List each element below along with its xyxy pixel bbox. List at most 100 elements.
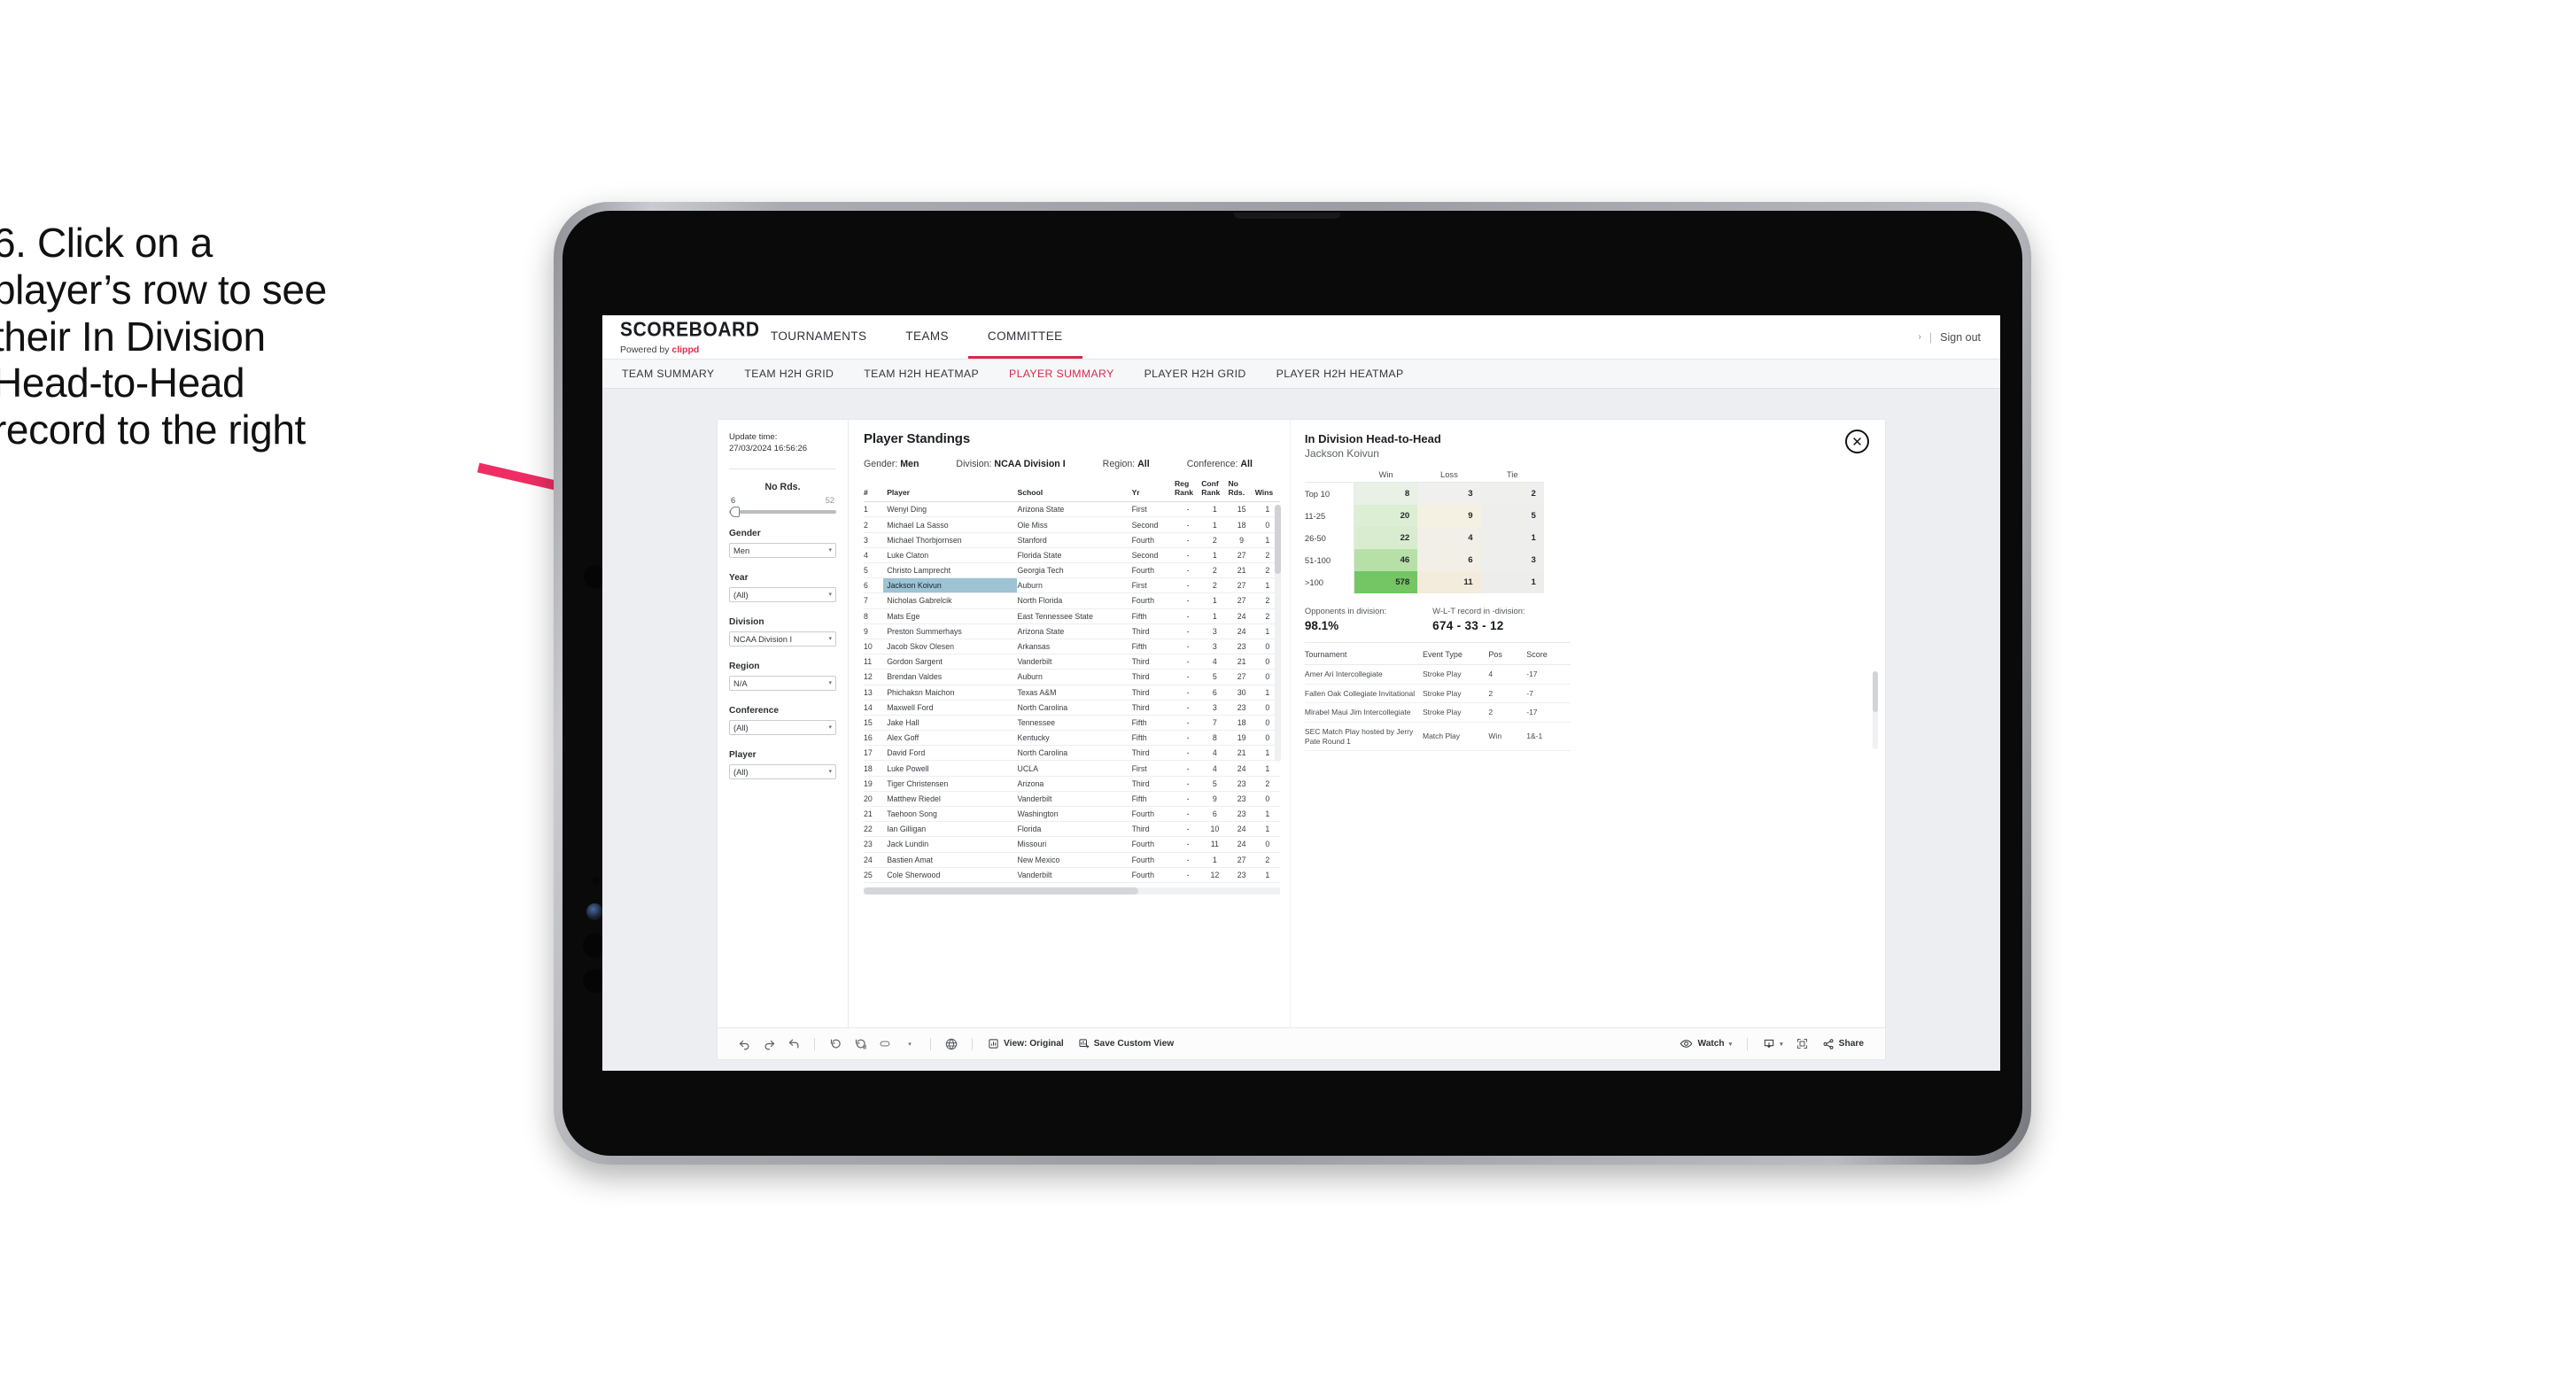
table-row[interactable]: 25 Cole Sherwood Vanderbilt Fourth -12 23 1 <box>864 867 1280 883</box>
col-school[interactable]: School <box>1017 478 1132 503</box>
nav-item-teams[interactable]: TEAMS <box>886 315 968 359</box>
cell-player: David Ford <box>883 745 1018 762</box>
filter-player-select[interactable]: (All) ▾ <box>729 763 836 779</box>
heatmap-cell-tie[interactable]: 3 <box>1480 549 1544 571</box>
slider-handle[interactable] <box>730 506 740 517</box>
col-no-rds[interactable]: No Rds. <box>1228 478 1255 503</box>
col-reg-rank[interactable]: Reg Rank <box>1174 478 1202 503</box>
cell-score: -17 <box>1526 664 1571 685</box>
heatmap-cell-tie[interactable]: 5 <box>1480 505 1544 527</box>
undo-icon[interactable] <box>732 1033 757 1056</box>
chevron-right-icon[interactable]: › <box>1919 332 1921 342</box>
tournament-row[interactable]: Mirabel Maui Jim Intercollegiate Stroke P… <box>1304 702 1571 723</box>
col-score[interactable]: Score <box>1526 650 1571 665</box>
close-icon[interactable]: ✕ <box>1845 430 1869 453</box>
col-player[interactable]: Player <box>883 478 1018 503</box>
col-wins[interactable]: Wins <box>1254 478 1280 503</box>
subnav-player-h2h-grid[interactable]: PLAYER H2H GRID <box>1144 368 1246 380</box>
heatmap-cell-win[interactable]: 46 <box>1354 549 1418 571</box>
col-year[interactable]: Yr <box>1131 478 1175 503</box>
nav-item-committee[interactable]: COMMITTEE <box>967 315 1082 359</box>
table-row[interactable]: 8 Mats Ege East Tennessee State Fifth -1 24 2 <box>864 608 1280 624</box>
heatmap-cell-loss[interactable]: 6 <box>1417 549 1481 571</box>
filter-year-select[interactable]: (All) ▾ <box>729 586 836 602</box>
slider-track[interactable] <box>729 506 836 517</box>
view-original-button[interactable]: View: Original <box>981 1038 1071 1049</box>
heatmap-cell-win[interactable]: 22 <box>1354 527 1418 549</box>
fullscreen-icon[interactable] <box>1790 1033 1815 1056</box>
table-row[interactable]: 13 Phichaksn Maichon Texas A&M Third -6 30 1 <box>864 685 1280 701</box>
download-button[interactable]: ▾ <box>1756 1038 1790 1050</box>
subnav-team-h2h-grid[interactable]: TEAM H2H GRID <box>744 368 834 380</box>
col-event-type[interactable]: Event Type <box>1422 650 1489 665</box>
col-conf-rank[interactable]: Conf Rank <box>1201 478 1229 503</box>
table-row[interactable]: 6 Jackson Koivun Auburn First -2 27 1 <box>864 577 1280 594</box>
heatmap-cell-tie[interactable]: 1 <box>1480 571 1544 593</box>
table-row[interactable]: 16 Alex Goff Kentucky Fifth -8 19 0 <box>864 730 1280 747</box>
heatmap-cell-win[interactable]: 8 <box>1354 483 1418 505</box>
table-row[interactable]: 19 Tiger Christensen Arizona Third -5 23 2 <box>864 776 1280 792</box>
heatmap-cell-loss[interactable]: 11 <box>1417 571 1481 593</box>
heatmap-cell-loss[interactable]: 3 <box>1417 483 1481 505</box>
table-row[interactable]: 14 Maxwell Ford North Carolina Third -3 23 0 <box>864 700 1280 716</box>
filter-gender-select[interactable]: Men ▾ <box>729 542 836 558</box>
watch-button[interactable]: Watch ▾ <box>1672 1038 1739 1049</box>
tournament-row[interactable]: Amer Ari Intercollegiate Stroke Play 4 -17 <box>1304 664 1571 685</box>
redo-icon[interactable] <box>757 1033 781 1056</box>
heatmap-cell-loss[interactable]: 9 <box>1417 505 1481 527</box>
table-row[interactable]: 21 Taehoon Song Washington Fourth -6 23 1 <box>864 806 1280 823</box>
subnav-team-summary[interactable]: TEAM SUMMARY <box>622 368 714 380</box>
table-row[interactable]: 23 Jack Lundin Missouri Fourth -11 24 0 <box>864 836 1280 853</box>
table-row[interactable]: 9 Preston Summerhays Arizona State Third -3 2… <box>864 623 1280 639</box>
heatmap-cell-win[interactable]: 20 <box>1354 505 1418 527</box>
subnav-team-h2h-heatmap[interactable]: TEAM H2H HEATMAP <box>864 368 979 380</box>
table-row[interactable]: 17 David Ford North Carolina Third -4 21 1 <box>864 745 1280 762</box>
col-tournament[interactable]: Tournament <box>1304 650 1423 665</box>
col-pos[interactable]: Pos <box>1488 650 1527 665</box>
table-row[interactable]: 5 Christo Lamprecht Georgia Tech Fourth -2 21… <box>864 562 1280 579</box>
table-row[interactable]: 10 Jacob Skov Olesen Arkansas Fifth -3 23 0 <box>864 639 1280 655</box>
save-custom-view-button[interactable]: Save Custom View <box>1071 1038 1181 1049</box>
subnav-player-h2h-heatmap[interactable]: PLAYER H2H HEATMAP <box>1276 368 1404 380</box>
heatmap-cell-loss[interactable]: 4 <box>1417 527 1481 549</box>
filter-division-select[interactable]: NCAA Division I ▾ <box>729 631 836 647</box>
chevron-down-icon[interactable]: ▾ <box>897 1033 922 1056</box>
table-row[interactable]: 11 Gordon Sargent Vanderbilt Third -4 21 0 <box>864 654 1280 670</box>
table-row[interactable]: 20 Matthew Riedel Vanderbilt Fifth -9 23 0 <box>864 791 1280 808</box>
col-rank[interactable]: # <box>864 478 884 503</box>
table-row[interactable]: 24 Bastien Amat New Mexico Fourth -1 27 2 <box>864 852 1280 868</box>
tournaments-scrollbar[interactable] <box>1873 671 1878 749</box>
nav-item-tournaments[interactable]: TOURNAMENTS <box>751 315 886 359</box>
cell-year: Fourth <box>1131 562 1175 579</box>
heatmap-cell-tie[interactable]: 2 <box>1480 483 1544 505</box>
table-row[interactable]: 7 Nicholas Gabrelcik North Florida Fourth -1… <box>864 592 1280 609</box>
filter-region-select[interactable]: N/A ▾ <box>729 675 836 691</box>
table-row[interactable]: 3 Michael Thorbjornsen Stanford Fourth -2 9 1 <box>864 532 1280 548</box>
globe-icon[interactable] <box>939 1033 964 1056</box>
filter-conference-select[interactable]: (All) ▾ <box>729 719 836 735</box>
table-row[interactable]: 4 Luke Claton Florida State Second -1 27 2 <box>864 547 1280 564</box>
pause-icon[interactable] <box>848 1033 873 1056</box>
sign-out-link[interactable]: Sign out <box>1940 331 1981 344</box>
brand-logo[interactable]: SCOREBOARD Powered by clippd <box>602 315 759 359</box>
horizontal-scrollbar[interactable] <box>864 887 1280 894</box>
refresh-icon[interactable] <box>823 1033 848 1056</box>
share-button[interactable]: Share <box>1815 1038 1871 1050</box>
tournament-row[interactable]: SEC Match Play hosted by Jerry Pate Roun… <box>1304 722 1571 752</box>
heatmap-cell-tie[interactable]: 1 <box>1480 527 1544 549</box>
table-vertical-scrollbar[interactable] <box>1274 505 1281 762</box>
subnav-player-summary[interactable]: PLAYER SUMMARY <box>1009 368 1114 380</box>
scrollbar-thumb[interactable] <box>1873 671 1878 712</box>
tournament-row[interactable]: Fallen Oak Collegiate Invitational Stroke… <box>1304 684 1571 704</box>
highlight-icon[interactable] <box>873 1033 897 1056</box>
table-row[interactable]: 15 Jake Hall Tennessee Fifth -7 18 0 <box>864 715 1280 732</box>
heatmap-cell-win[interactable]: 578 <box>1354 571 1418 593</box>
table-row[interactable]: 12 Brendan Valdes Auburn Third -5 27 0 <box>864 669 1280 685</box>
table-row[interactable]: 22 Ian Gilligan Florida Third -10 24 1 <box>864 821 1280 838</box>
revert-icon[interactable] <box>781 1033 806 1056</box>
scrollbar-thumb[interactable] <box>1274 505 1281 574</box>
scrollbar-thumb[interactable] <box>864 887 1138 894</box>
table-row[interactable]: 2 Michael La Sasso Ole Miss Second -1 18 0 <box>864 516 1280 533</box>
table-row[interactable]: 18 Luke Powell UCLA First -4 24 1 <box>864 760 1280 777</box>
table-row[interactable]: 1 Wenyi Ding Arizona State First -1 15 1 <box>864 501 1280 518</box>
